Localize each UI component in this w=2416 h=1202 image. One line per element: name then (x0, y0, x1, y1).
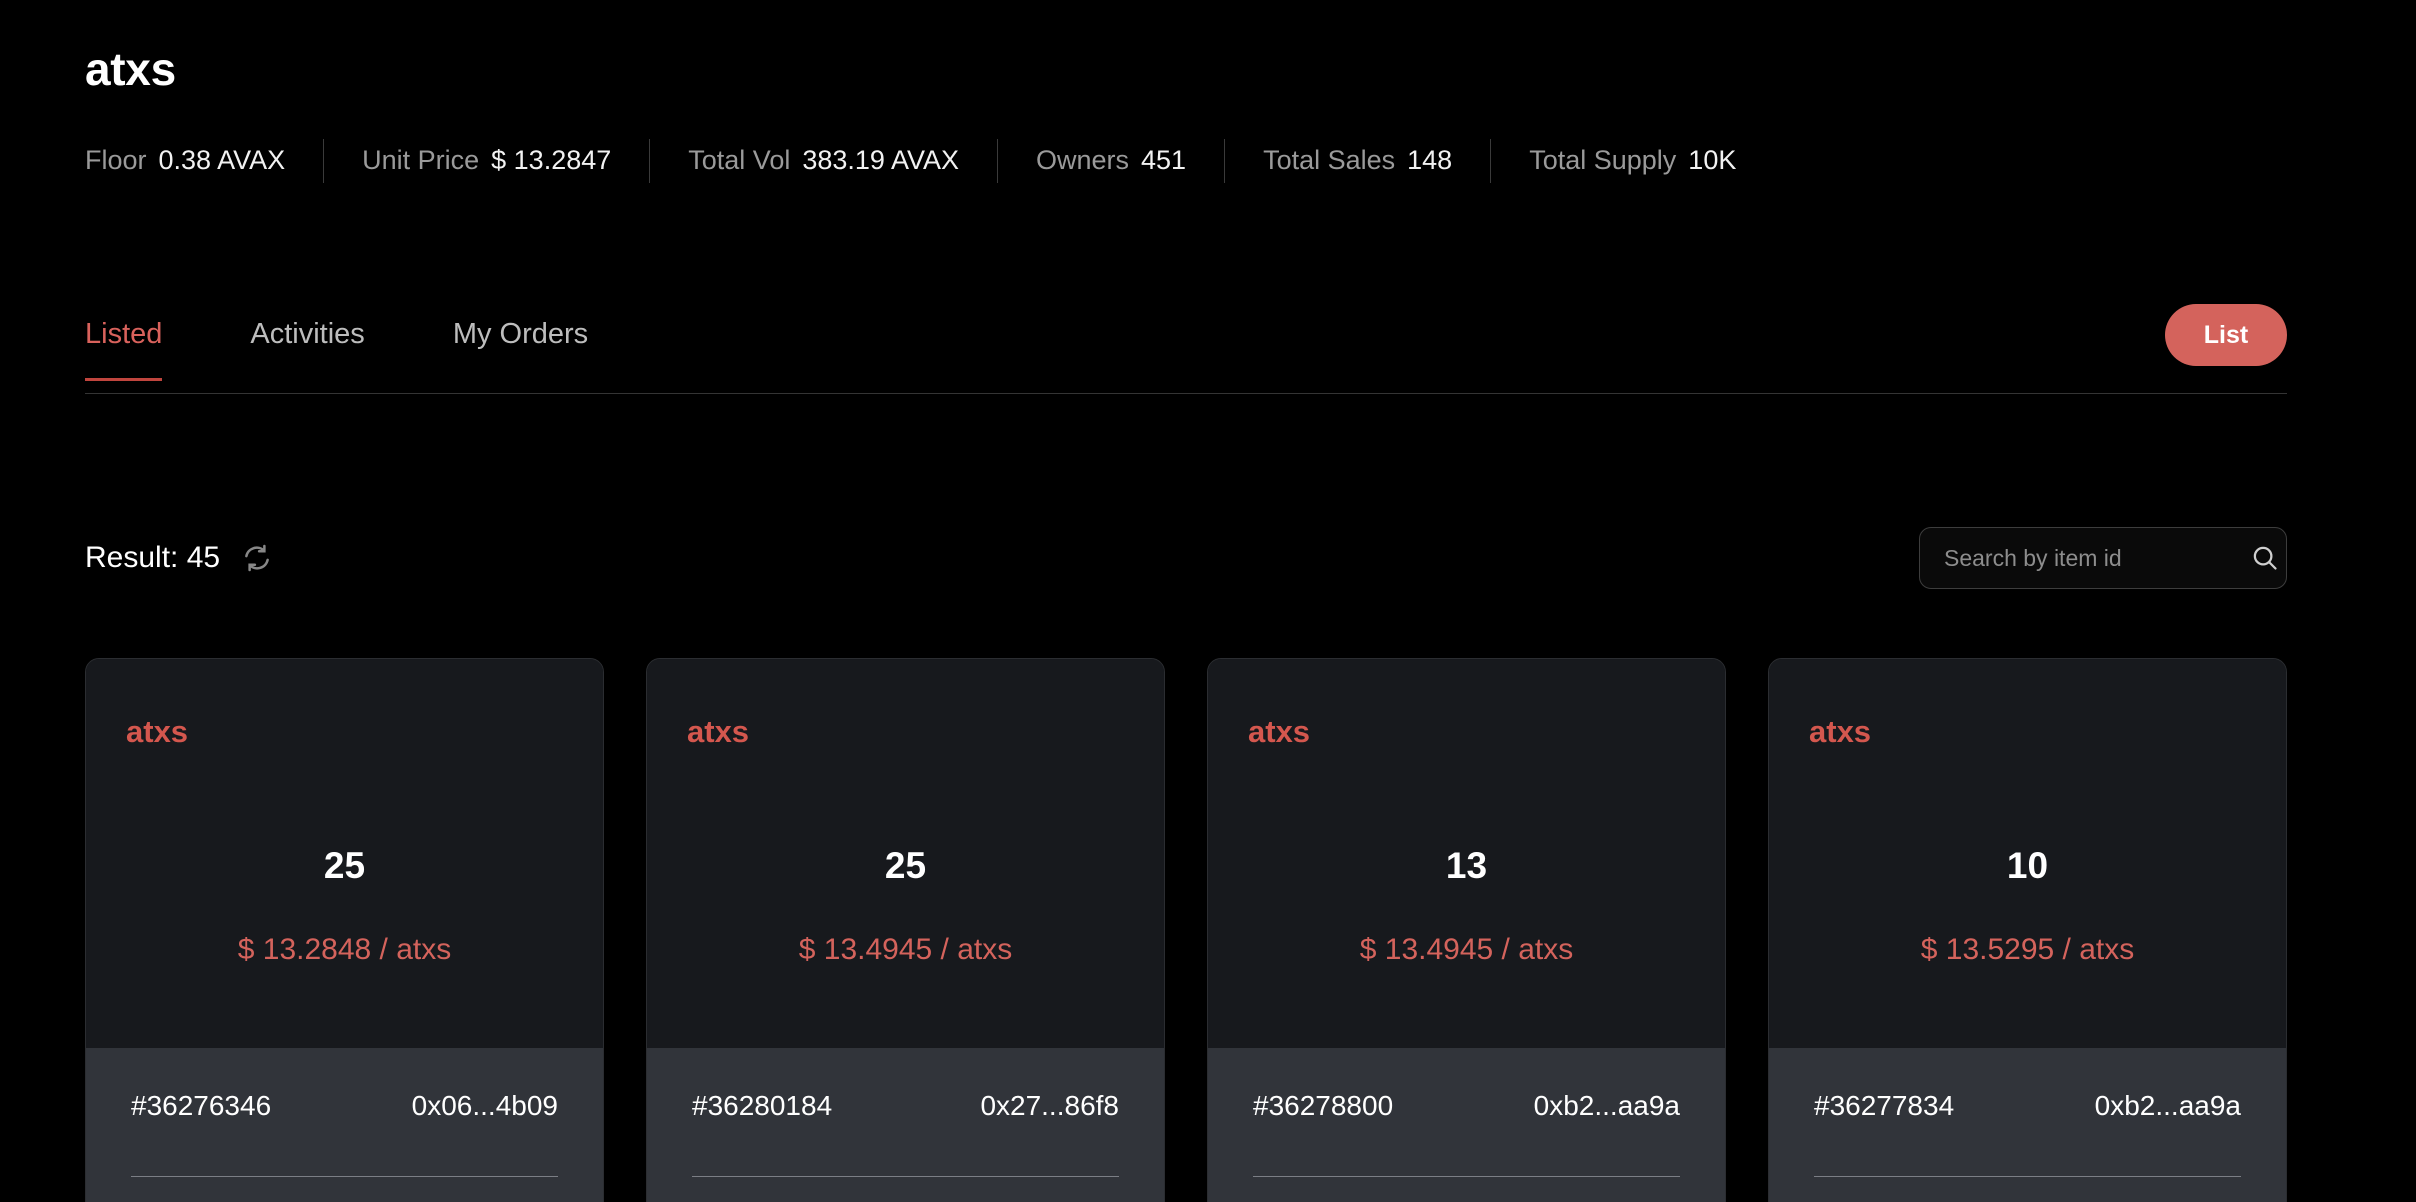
listing-footer-row: #36280184 0x27...86f8 (692, 1090, 1119, 1122)
tab-listed[interactable]: Listed (85, 318, 162, 381)
collection-header: atxs Floor 0.38 AVAX Unit Price $ 13.284… (85, 44, 2290, 185)
listing-card-footer: #36280184 0x27...86f8 (647, 1048, 1164, 1202)
listing-owner-address: 0xb2...aa9a (2095, 1090, 2241, 1122)
search-input[interactable] (1944, 545, 2240, 572)
stat-owners: Owners 451 (1036, 145, 1186, 176)
listing-card-body: atxs 25 $ 13.2848 / atxs (86, 659, 603, 1048)
stat-floor: Floor 0.38 AVAX (85, 145, 285, 176)
listing-footer-divider (1814, 1176, 2241, 1177)
listing-footer-row: #36278800 0xb2...aa9a (1253, 1090, 1680, 1122)
result-count: Result: 45 (85, 541, 220, 575)
listing-card[interactable]: atxs 25 $ 13.2848 / atxs #36276346 0x06.… (85, 658, 604, 1202)
result-toolbar: Result: 45 (85, 522, 2287, 594)
listing-card-footer: #36276346 0x06...4b09 (86, 1048, 603, 1202)
listing-ticker: atxs (126, 714, 188, 750)
listing-price: $ 13.2848 / atxs (86, 933, 603, 967)
tab-activities[interactable]: Activities (250, 318, 364, 381)
stat-separator (1490, 139, 1491, 183)
collection-stats-bar: Floor 0.38 AVAX Unit Price $ 13.2847 Tot… (85, 137, 2290, 185)
stat-label: Total Supply (1529, 145, 1676, 176)
tab-list: Listed Activities My Orders (85, 318, 2287, 396)
stat-value: 451 (1141, 145, 1186, 176)
stat-value: $ 13.2847 (491, 145, 611, 176)
listing-footer-row: #36276346 0x06...4b09 (131, 1090, 558, 1122)
listing-owner-address: 0xb2...aa9a (1534, 1090, 1680, 1122)
stat-separator (649, 139, 650, 183)
stat-separator (323, 139, 324, 183)
listing-item-id: #36278800 (1253, 1090, 1393, 1122)
stat-value: 148 (1407, 145, 1452, 176)
listing-item-id: #36280184 (692, 1090, 832, 1122)
tab-my-orders[interactable]: My Orders (453, 318, 588, 381)
stat-label: Owners (1036, 145, 1129, 176)
stat-total-vol: Total Vol 383.19 AVAX (688, 145, 959, 176)
stat-value: 383.19 AVAX (802, 145, 959, 176)
stat-total-supply: Total Supply 10K (1529, 145, 1736, 176)
stat-label: Floor (85, 145, 147, 176)
stat-unit-price: Unit Price $ 13.2847 (362, 145, 611, 176)
listing-grid: atxs 25 $ 13.2848 / atxs #36276346 0x06.… (85, 658, 2290, 1202)
page-title: atxs (85, 44, 2290, 95)
stat-value: 0.38 AVAX (159, 145, 286, 176)
listing-footer-divider (1253, 1176, 1680, 1177)
listing-card[interactable]: atxs 25 $ 13.4945 / atxs #36280184 0x27.… (646, 658, 1165, 1202)
listing-item-id: #36277834 (1814, 1090, 1954, 1122)
listing-price: $ 13.4945 / atxs (647, 933, 1164, 967)
listing-card-body: atxs 10 $ 13.5295 / atxs (1769, 659, 2286, 1048)
listing-amount: 13 (1208, 845, 1725, 887)
listing-footer-divider (692, 1176, 1119, 1177)
stat-separator (1224, 139, 1225, 183)
listing-price: $ 13.4945 / atxs (1208, 933, 1725, 967)
stat-total-sales: Total Sales 148 (1263, 145, 1452, 176)
refresh-icon[interactable] (242, 543, 272, 573)
listing-card-body: atxs 25 $ 13.4945 / atxs (647, 659, 1164, 1048)
listing-card[interactable]: atxs 10 $ 13.5295 / atxs #36277834 0xb2.… (1768, 658, 2287, 1202)
listing-amount: 25 (647, 845, 1164, 887)
tab-underline (85, 393, 2287, 394)
marketplace-page: atxs Floor 0.38 AVAX Unit Price $ 13.284… (0, 0, 2416, 1202)
search-box[interactable] (1919, 527, 2287, 589)
listing-amount: 25 (86, 845, 603, 887)
listing-card-footer: #36277834 0xb2...aa9a (1769, 1048, 2286, 1202)
stat-label: Unit Price (362, 145, 479, 176)
listing-card-body: atxs 13 $ 13.4945 / atxs (1208, 659, 1725, 1048)
listing-owner-address: 0x06...4b09 (412, 1090, 558, 1122)
listing-card-footer: #36278800 0xb2...aa9a (1208, 1048, 1725, 1202)
listing-card[interactable]: atxs 13 $ 13.4945 / atxs #36278800 0xb2.… (1207, 658, 1726, 1202)
listing-item-id: #36276346 (131, 1090, 271, 1122)
stat-value: 10K (1688, 145, 1736, 176)
tab-bar: Listed Activities My Orders List (85, 318, 2287, 428)
listing-ticker: atxs (1809, 714, 1871, 750)
result-group: Result: 45 (85, 541, 272, 575)
stat-label: Total Vol (688, 145, 790, 176)
list-button[interactable]: List (2165, 304, 2287, 366)
listing-ticker: atxs (1248, 714, 1310, 750)
listing-price: $ 13.5295 / atxs (1769, 933, 2286, 967)
listing-owner-address: 0x27...86f8 (980, 1090, 1119, 1122)
stat-separator (997, 139, 998, 183)
search-icon[interactable] (2250, 543, 2280, 573)
listing-footer-divider (131, 1176, 558, 1177)
listing-amount: 10 (1769, 845, 2286, 887)
listing-footer-row: #36277834 0xb2...aa9a (1814, 1090, 2241, 1122)
stat-label: Total Sales (1263, 145, 1395, 176)
listing-ticker: atxs (687, 714, 749, 750)
